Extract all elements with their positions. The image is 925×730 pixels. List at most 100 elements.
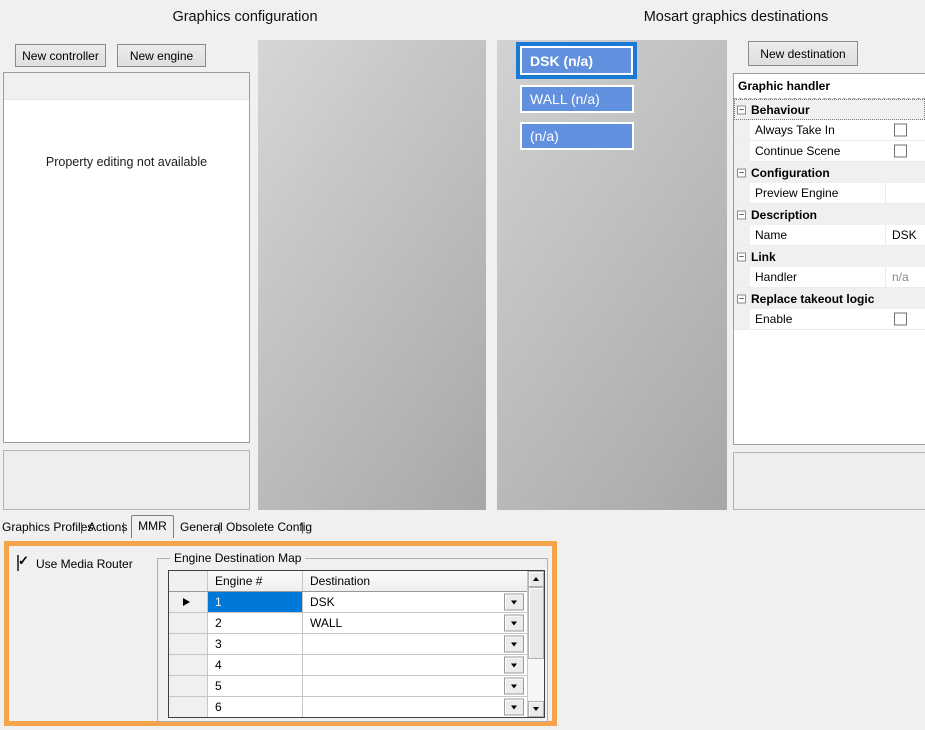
property-label: Preview Engine (734, 186, 838, 200)
destination-dropdown-button[interactable] (504, 636, 524, 653)
chevron-down-icon (511, 600, 517, 604)
category-replace-takeout-logic[interactable]: Replace takeout logic (734, 288, 925, 309)
destination-column-header[interactable]: Destination (303, 571, 527, 591)
arrow-up-icon (533, 577, 539, 581)
chevron-down-icon (511, 705, 517, 709)
destination-dropdown-button[interactable] (504, 657, 524, 674)
mosart-destinations-title: Mosart graphics destinations (552, 9, 920, 25)
destination-na-button[interactable]: (n/a) (520, 122, 634, 150)
tab-separator (301, 520, 304, 534)
engine-cell[interactable]: 2 (208, 613, 303, 634)
engine-cell[interactable]: 5 (208, 676, 303, 697)
category-behaviour[interactable]: Behaviour (734, 99, 925, 120)
vertical-scrollbar[interactable] (527, 571, 544, 717)
use-media-router-checkbox[interactable] (17, 555, 19, 571)
scroll-down-button[interactable] (528, 701, 544, 717)
destination-dsk-label: DSK (n/a) (520, 46, 633, 75)
tab-separator (122, 520, 125, 534)
destination-cell[interactable]: WALL (303, 613, 527, 634)
table-row: 4 (169, 655, 527, 676)
row-selector[interactable] (169, 697, 208, 718)
tab-obsolete-config[interactable]: Obsolete Config (226, 520, 312, 534)
graphics-engines-area (258, 40, 486, 510)
property-row-enable[interactable]: Enable (734, 309, 925, 330)
engine-cell[interactable]: 6 (208, 697, 303, 718)
engine-cell[interactable]: 3 (208, 634, 303, 655)
category-label: Configuration (751, 166, 830, 180)
destination-dropdown-button[interactable] (504, 699, 524, 716)
left-bottom-panel (3, 450, 250, 510)
engine-column-header[interactable]: Engine # (208, 571, 303, 591)
property-row-handler[interactable]: Handler n/a (734, 267, 925, 288)
row-selector[interactable] (169, 613, 208, 634)
continue-scene-checkbox[interactable] (894, 145, 907, 158)
property-label: Handler (734, 270, 797, 284)
property-row-always-take-in[interactable]: Always Take In (734, 120, 925, 141)
collapse-minus-icon[interactable] (737, 294, 746, 303)
category-label: Description (751, 208, 817, 222)
property-editing-message: Property editing not available (4, 155, 249, 169)
destination-cell[interactable] (303, 655, 527, 676)
engine-cell[interactable]: 4 (208, 655, 303, 676)
property-value-handler[interactable]: n/a (885, 267, 909, 287)
chevron-down-icon (511, 663, 517, 667)
category-label: Replace takeout logic (751, 292, 874, 306)
row-selector-header (169, 571, 208, 591)
new-engine-button[interactable]: New engine (117, 44, 206, 67)
property-row-name[interactable]: Name DSK (734, 225, 925, 246)
tab-general[interactable]: General (180, 520, 223, 534)
row-selector[interactable] (169, 592, 208, 613)
scroll-up-button[interactable] (528, 571, 544, 587)
property-label: Always Take In (734, 123, 835, 137)
graphic-handler-property-grid: Graphic handler Behaviour Always Take In… (733, 73, 925, 445)
destination-cell[interactable]: DSK (303, 592, 527, 613)
destination-dsk-button[interactable]: DSK (n/a) (516, 42, 637, 79)
property-editor-panel: Property editing not available (3, 72, 250, 443)
row-selector[interactable] (169, 676, 208, 697)
enable-checkbox[interactable] (894, 313, 907, 326)
property-row-continue-scene[interactable]: Continue Scene (734, 141, 925, 162)
tab-mmr[interactable]: MMR (131, 515, 174, 538)
right-bottom-panel (733, 452, 925, 510)
destination-value: DSK (310, 595, 335, 609)
category-description[interactable]: Description (734, 204, 925, 225)
table-row: 1 DSK (169, 592, 527, 613)
table-row: 6 (169, 697, 527, 718)
property-value[interactable] (885, 183, 892, 203)
use-media-router-label: Use Media Router (36, 557, 133, 571)
destination-value: WALL (310, 616, 342, 630)
property-value-name[interactable]: DSK (885, 225, 917, 245)
always-take-in-checkbox[interactable] (894, 124, 907, 137)
collapse-minus-icon[interactable] (737, 210, 746, 219)
collapse-minus-icon[interactable] (737, 168, 746, 177)
table-row: 2 WALL (169, 613, 527, 634)
chevron-down-icon (511, 684, 517, 688)
new-controller-button[interactable]: New controller (15, 44, 106, 67)
graphics-configuration-screen: Graphics configuration Mosart graphics d… (0, 0, 925, 730)
destination-dropdown-button[interactable] (504, 615, 524, 632)
category-link[interactable]: Link (734, 246, 925, 267)
property-row-preview-engine[interactable]: Preview Engine (734, 183, 925, 204)
destination-cell[interactable] (303, 697, 527, 718)
engine-destination-table: Engine # Destination 1 DSK 2 WALL (168, 570, 545, 718)
row-selector[interactable] (169, 634, 208, 655)
category-label: Behaviour (751, 103, 810, 117)
property-label: Continue Scene (734, 144, 840, 158)
destination-cell[interactable] (303, 676, 527, 697)
destination-dropdown-button[interactable] (504, 678, 524, 695)
scrollbar-thumb[interactable] (528, 587, 544, 659)
current-row-indicator-icon (183, 598, 190, 606)
destination-dropdown-button[interactable] (504, 594, 524, 611)
row-selector[interactable] (169, 655, 208, 676)
category-configuration[interactable]: Configuration (734, 162, 925, 183)
property-editor-header-strip (4, 73, 249, 100)
destination-cell[interactable] (303, 634, 527, 655)
new-destination-button[interactable]: New destination (748, 41, 858, 66)
tab-separator (218, 520, 221, 534)
destination-wall-button[interactable]: WALL (n/a) (520, 85, 634, 113)
engine-cell[interactable]: 1 (208, 592, 303, 613)
collapse-minus-icon[interactable] (737, 105, 746, 114)
collapse-minus-icon[interactable] (737, 252, 746, 261)
property-label: Enable (734, 312, 792, 326)
category-label: Link (751, 250, 776, 264)
